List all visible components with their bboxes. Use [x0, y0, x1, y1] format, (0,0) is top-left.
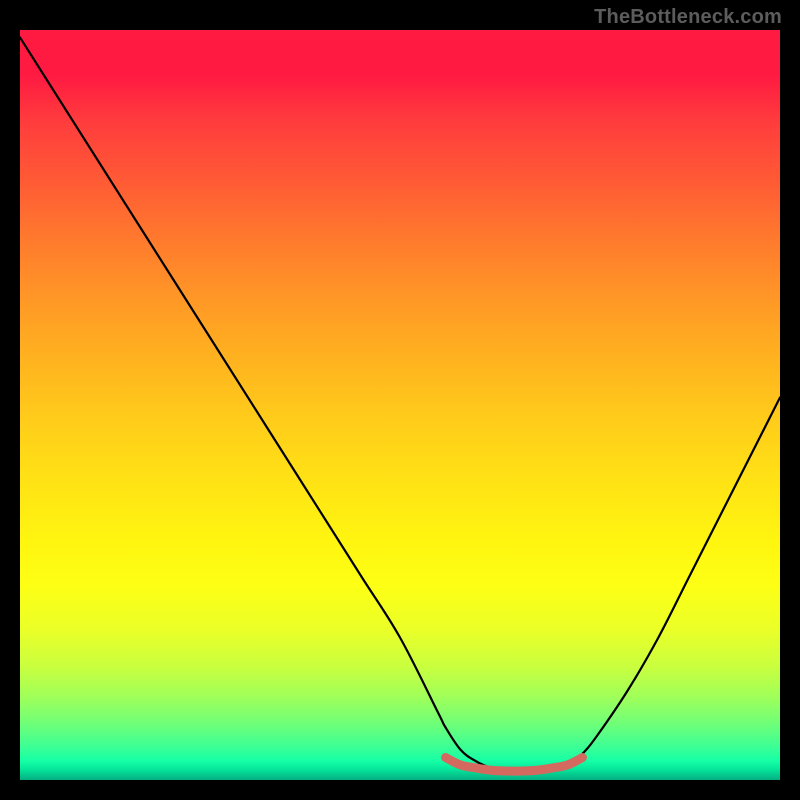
bottleneck-curve — [20, 38, 780, 773]
optimal-zone-marker — [446, 758, 583, 772]
chart-svg — [20, 30, 780, 780]
chart-frame: TheBottleneck.com — [0, 0, 800, 800]
plot-area — [20, 30, 780, 780]
watermark-text: TheBottleneck.com — [594, 6, 782, 29]
